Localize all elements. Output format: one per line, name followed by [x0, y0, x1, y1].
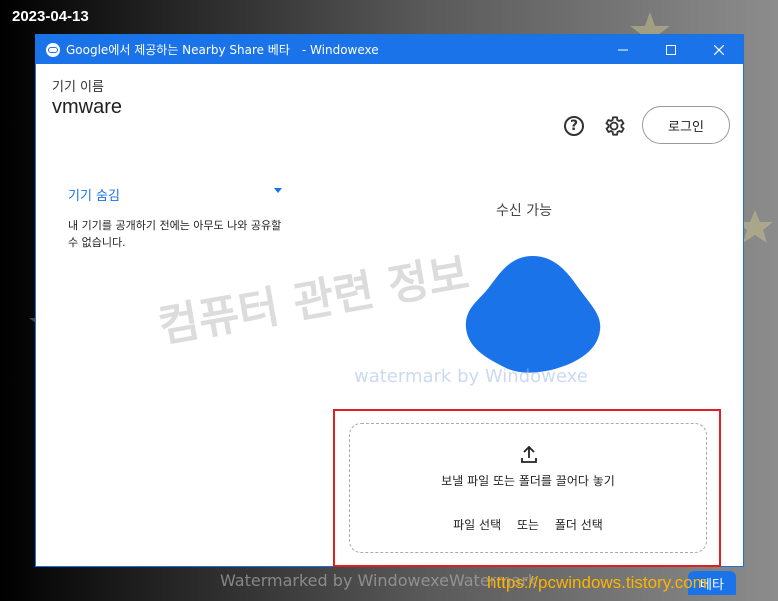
choose-row: 파일 선택 또는 폴더 선택 [350, 516, 706, 533]
close-icon [714, 44, 724, 55]
dropdown-caret-icon [274, 188, 282, 193]
minimize-button[interactable] [599, 35, 647, 64]
title-bar[interactable]: Google에서 제공하는 Nearby Share 베타 - Windowexe [36, 35, 743, 64]
maximize-button[interactable] [647, 35, 695, 64]
gear-icon[interactable] [602, 114, 626, 138]
file-drop-zone[interactable]: 보낼 파일 또는 폴더를 끌어다 놓기 파일 선택 또는 폴더 선택 [349, 423, 707, 553]
screenshot-date: 2023-04-13 [12, 8, 89, 25]
choose-file-link[interactable]: 파일 선택 [453, 518, 501, 532]
drop-instruction: 보낼 파일 또는 폴더를 끌어다 놓기 [441, 474, 615, 488]
device-name-label: 기기 이름 [52, 80, 104, 95]
help-icon[interactable]: ? [564, 116, 584, 136]
highlight-frame: 보낼 파일 또는 폴더를 끌어다 놓기 파일 선택 또는 폴더 선택 [333, 409, 721, 567]
nearby-share-app-icon [46, 42, 60, 57]
minimize-icon [618, 49, 628, 50]
maximize-icon [666, 44, 676, 55]
window-title: Google에서 제공하는 Nearby Share 베타 [66, 43, 290, 57]
nearby-share-window: Google에서 제공하는 Nearby Share 베타 - Windowexe… [36, 35, 743, 595]
receive-status: 수신 가능 [496, 203, 552, 219]
device-blob-graphic [465, 256, 601, 373]
main-content: 기기 이름 vmware ? 로그인 기기 숨김 내 기기를 공개하기 전에는 … [36, 64, 743, 595]
login-button[interactable]: 로그인 [642, 106, 730, 144]
visibility-description: 내 기기를 공개하기 전에는 아무도 나와 공유할 수 없습니다. [68, 219, 282, 249]
window-title-suffix: - Windowexe [301, 43, 379, 57]
site-url: https://pcwindows.tistory.com [487, 573, 707, 592]
device-name: vmware [52, 96, 123, 118]
watermark-korean: 컴퓨터 관련 정보 [154, 248, 473, 353]
close-button[interactable] [695, 35, 743, 64]
visibility-selected: 기기 숨김 [68, 189, 120, 204]
watermark-windowexe: watermark by Windowexe [354, 366, 588, 387]
device-visibility-dropdown[interactable]: 기기 숨김 [68, 185, 282, 205]
choose-folder-link[interactable]: 폴더 선택 [555, 518, 603, 532]
upload-icon [521, 446, 537, 463]
or-separator: 또는 [516, 518, 540, 532]
